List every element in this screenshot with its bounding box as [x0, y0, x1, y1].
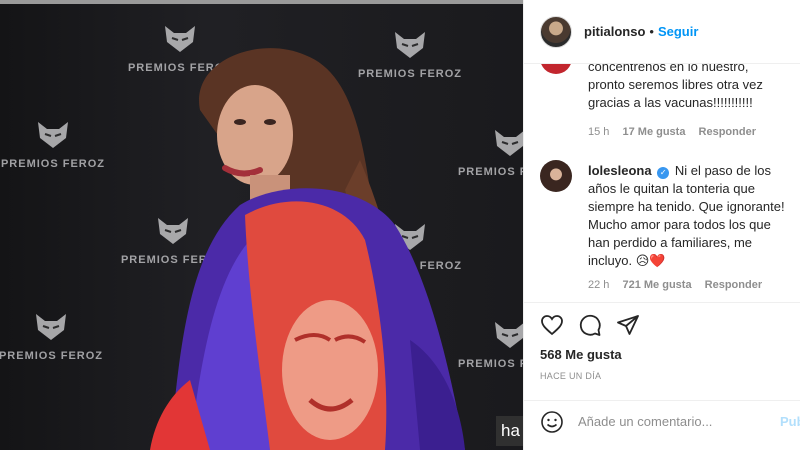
comment-time[interactable]: 22 h	[588, 279, 609, 291]
backdrop-logo: PREMIOS FEROZ	[0, 120, 108, 172]
fox-mask-icon	[38, 122, 68, 148]
post-likes-count[interactable]: 568 Me gusta	[540, 347, 622, 362]
emoji-icon[interactable]	[540, 410, 564, 434]
comment-avatar[interactable]	[540, 160, 572, 192]
avatar[interactable]	[540, 15, 572, 48]
backdrop-logo: PREMIOS FEROZ	[0, 312, 106, 364]
post-timestamp[interactable]: HACE UN DÍA	[540, 371, 601, 381]
comment-avatar[interactable]	[540, 64, 572, 74]
fox-mask-icon	[495, 322, 523, 348]
fox-mask-icon	[36, 314, 66, 340]
post-actions: 568 Me gusta HACE UN DÍA Publ	[524, 302, 800, 450]
comment-input[interactable]	[578, 414, 758, 429]
comment-text: Ni el paso de los años le quitan la tont…	[588, 163, 785, 268]
comment-text: concentrenos en lo nuestro, pronto serem…	[588, 64, 763, 110]
video-caption-fragment: ha	[496, 416, 523, 446]
comment-body: lolesleona ✓ Ni el paso de los años le q…	[588, 162, 793, 270]
photo-top-strip	[0, 0, 523, 4]
post-photo[interactable]: PREMIOS FEROZ PREMIOS FEROZ PREMIOS FERO…	[0, 0, 523, 450]
header-username[interactable]: pitialonso	[584, 24, 645, 39]
reply-button[interactable]: Responder	[705, 279, 762, 291]
woman-figure-illustration	[150, 48, 465, 450]
header-separator: •	[649, 24, 654, 39]
share-icon[interactable]	[616, 313, 640, 337]
post-side-panel: pitialonso • Seguir concentrenos en lo n…	[523, 0, 800, 450]
fox-mask-icon	[495, 130, 523, 156]
comment-username[interactable]: lolesleona	[588, 163, 652, 178]
action-icons	[540, 313, 640, 339]
add-comment-bar: Publ	[524, 400, 800, 442]
comment-likes[interactable]: 17 Me gusta	[622, 126, 685, 138]
publish-button[interactable]: Publ	[780, 414, 800, 429]
post-header: pitialonso • Seguir	[524, 0, 800, 64]
comment-icon[interactable]	[578, 313, 602, 337]
comment-likes[interactable]: 721 Me gusta	[622, 279, 691, 291]
comment-meta: 22 h 721 Me gusta Responder	[588, 279, 772, 291]
follow-button[interactable]: Seguir	[658, 24, 698, 39]
comment-meta: 15 h 17 Me gusta Responder	[588, 126, 766, 138]
comment-time[interactable]: 15 h	[588, 126, 609, 138]
reply-button[interactable]: Responder	[699, 126, 756, 138]
verified-badge-icon: ✓	[657, 167, 670, 179]
comments-list[interactable]: concentrenos en lo nuestro, pronto serem…	[524, 64, 800, 302]
heart-icon[interactable]	[540, 313, 564, 337]
